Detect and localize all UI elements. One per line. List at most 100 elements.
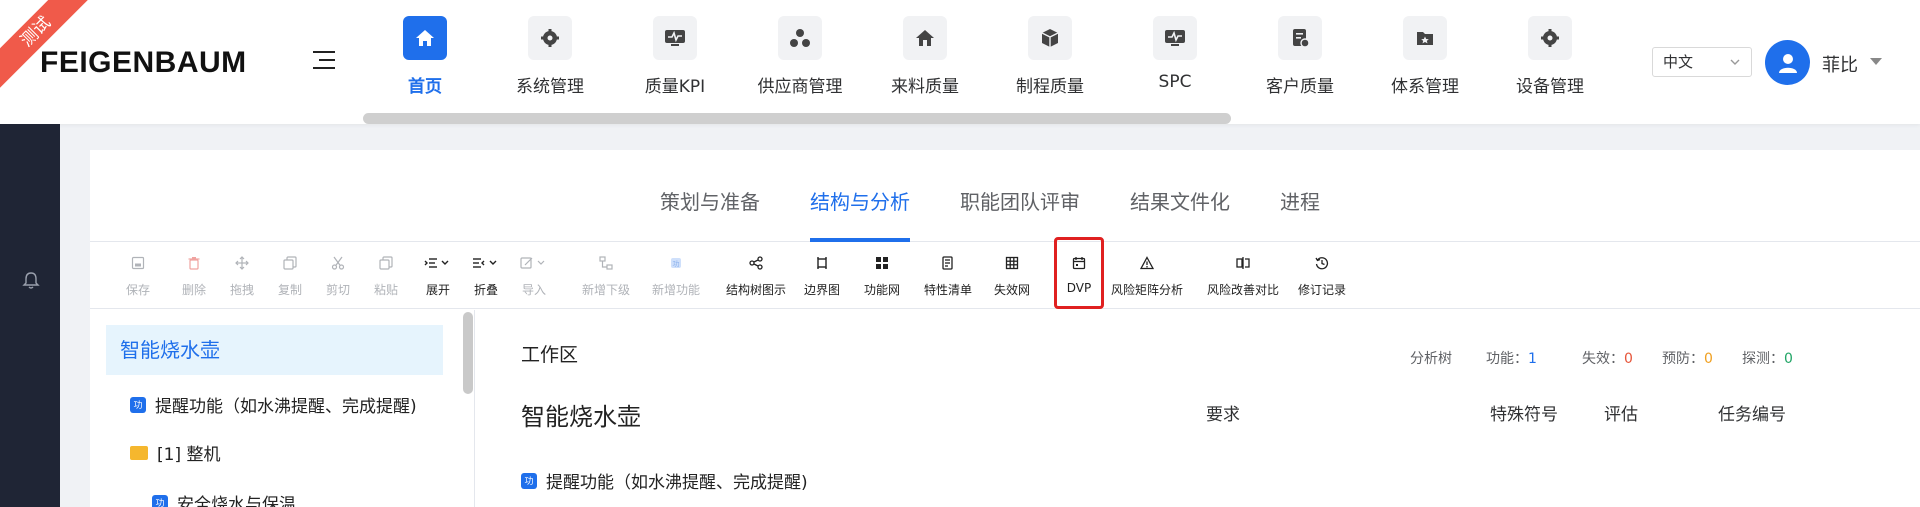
- document-user-icon: [1278, 16, 1322, 60]
- nav-item-process[interactable]: 制程质量: [995, 16, 1105, 100]
- svg-text:功: 功: [673, 259, 680, 268]
- expand-label: 展开: [425, 283, 450, 297]
- function-badge-icon: 功: [130, 396, 146, 413]
- tab-planning[interactable]: 策划与准备: [660, 186, 760, 215]
- list-doc-icon: [942, 256, 953, 270]
- nav-scrollbar[interactable]: [363, 113, 1231, 124]
- cut-label: 剪切: [325, 283, 350, 297]
- nav-item-kpi[interactable]: 质量KPI: [620, 16, 730, 100]
- function-count: 功能：1: [1486, 351, 1537, 367]
- nav-item-system[interactable]: 系统管理: [495, 16, 605, 100]
- user-icon: [1778, 53, 1797, 73]
- column-special-symbol: 特殊符号: [1490, 405, 1558, 425]
- tab-documentation[interactable]: 结果文件化: [1130, 186, 1230, 215]
- prevention-count: 预防：0: [1662, 351, 1713, 367]
- add-child-icon: [599, 256, 613, 270]
- expand-icon: [424, 258, 449, 268]
- analysis-tree-link[interactable]: 分析树: [1410, 348, 1452, 368]
- avatar[interactable]: [1765, 40, 1810, 85]
- caret-down-icon[interactable]: [1870, 58, 1882, 65]
- gear-icon: [1528, 16, 1572, 60]
- home-icon: [403, 16, 447, 60]
- risk-matrix-label: 风险矩阵分析: [1110, 283, 1183, 297]
- drag-button[interactable]: 拖拽: [226, 243, 258, 309]
- collapse-label: 折叠: [473, 283, 498, 297]
- nav-label: SPC: [1158, 72, 1192, 92]
- language-select[interactable]: 中文: [1652, 47, 1752, 77]
- tree-scrollbar[interactable]: [463, 312, 473, 394]
- delete-button[interactable]: 删除: [178, 243, 210, 309]
- characteristics-list-label: 特性清单: [923, 283, 972, 297]
- expand-button[interactable]: 展开: [422, 243, 454, 309]
- column-requirement: 要求: [1206, 405, 1240, 425]
- monitor-pulse-icon: [1153, 16, 1197, 60]
- function-badge-icon: 功: [152, 494, 168, 507]
- paste-icon: [379, 256, 393, 270]
- nav-item-home[interactable]: 首页: [370, 16, 480, 100]
- nav-item-spc[interactable]: SPC: [1120, 16, 1230, 100]
- nav-item-customer[interactable]: 客户质量: [1245, 16, 1355, 100]
- tree-root[interactable]: 智能烧水壶: [106, 325, 443, 375]
- boundary-diagram-button[interactable]: 边界图: [802, 243, 842, 309]
- cube-icon: [1028, 16, 1072, 60]
- tree-item-label: 安全烧水与保温: [177, 495, 296, 507]
- tab-structure-analysis[interactable]: 结构与分析: [810, 186, 910, 215]
- tab-team-review[interactable]: 职能团队评审: [960, 186, 1080, 215]
- nav-item-supplier[interactable]: 供应商管理: [745, 16, 855, 100]
- risk-compare-label: 风险改善对比: [1206, 283, 1279, 297]
- collapse-button[interactable]: 折叠: [470, 243, 502, 309]
- import-button[interactable]: 导入: [518, 243, 550, 309]
- copy-button[interactable]: 复制: [274, 243, 306, 309]
- add-function-button[interactable]: 功 新增功能: [652, 243, 700, 309]
- nav-label: 制程质量: [1016, 77, 1084, 97]
- nav-label: 来料质量: [891, 77, 959, 97]
- monitor-pulse-icon: [653, 16, 697, 60]
- delete-label: 删除: [181, 283, 206, 297]
- add-child-button[interactable]: 新增下级: [582, 243, 630, 309]
- structure-tree-button[interactable]: 结构树图示: [726, 243, 786, 309]
- structure-tree-label: 结构树图示: [726, 283, 787, 297]
- function-net-button[interactable]: 功能网: [862, 243, 902, 309]
- nav-item-incoming[interactable]: 来料质量: [870, 16, 980, 100]
- paste-button[interactable]: 粘贴: [370, 243, 402, 309]
- star-folder-icon: [1403, 16, 1447, 60]
- function-net-label: 功能网: [863, 283, 900, 297]
- gear-icon: [528, 16, 572, 60]
- bell-icon[interactable]: [21, 270, 41, 290]
- tree-item-label: [1] 整机: [157, 445, 221, 465]
- copy-icon: [283, 256, 297, 270]
- add-function-icon: 功: [671, 258, 681, 268]
- user-name[interactable]: 菲比: [1822, 51, 1858, 77]
- net-icon: [1005, 256, 1019, 270]
- failure-net-button[interactable]: 失效网: [992, 243, 1032, 309]
- tree-item[interactable]: 功 安全烧水与保温: [152, 490, 296, 507]
- boundary-icon: [817, 257, 827, 269]
- house-icon: [903, 16, 947, 60]
- drag-label: 拖拽: [229, 283, 254, 297]
- risk-matrix-button[interactable]: 风险矩阵分析: [1110, 243, 1184, 309]
- top-header: 测试 FEIGENBAUM 首页 系统管理 质量KPI 供应商管理 来料质量 制…: [0, 0, 1920, 124]
- function-row-label: 提醒功能（如水沸提醒、完成提醒): [546, 473, 808, 493]
- tree-item[interactable]: 功 提醒功能（如水沸提醒、完成提醒): [130, 392, 417, 417]
- copy-label: 复制: [277, 283, 302, 297]
- column-evaluation: 评估: [1604, 405, 1638, 425]
- trash-icon: [188, 257, 200, 270]
- paste-label: 粘贴: [373, 283, 398, 297]
- cut-button[interactable]: 剪切: [322, 243, 354, 309]
- detection-count: 探测：0: [1742, 351, 1793, 367]
- function-row[interactable]: 功 提醒功能（如水沸提醒、完成提醒): [521, 468, 808, 493]
- risk-compare-button[interactable]: 风险改善对比: [1206, 243, 1280, 309]
- nav-item-equipment[interactable]: 设备管理: [1495, 16, 1605, 100]
- tab-progress[interactable]: 进程: [1280, 186, 1320, 215]
- brand-logo[interactable]: FEIGENBAUM: [40, 46, 247, 80]
- share-tree-icon: [749, 256, 763, 270]
- characteristics-list-button[interactable]: 特性清单: [922, 243, 974, 309]
- left-sidebar: [0, 124, 60, 507]
- revision-history-button[interactable]: 修订记录: [1296, 243, 1348, 309]
- revision-history-label: 修订记录: [1297, 283, 1346, 297]
- nav-item-system-mgmt[interactable]: 体系管理: [1370, 16, 1480, 100]
- save-button[interactable]: 保存: [122, 243, 154, 309]
- tree-item[interactable]: [1] 整机: [130, 440, 220, 465]
- menu-toggle-button[interactable]: [313, 51, 335, 69]
- compare-icon: [1236, 257, 1250, 269]
